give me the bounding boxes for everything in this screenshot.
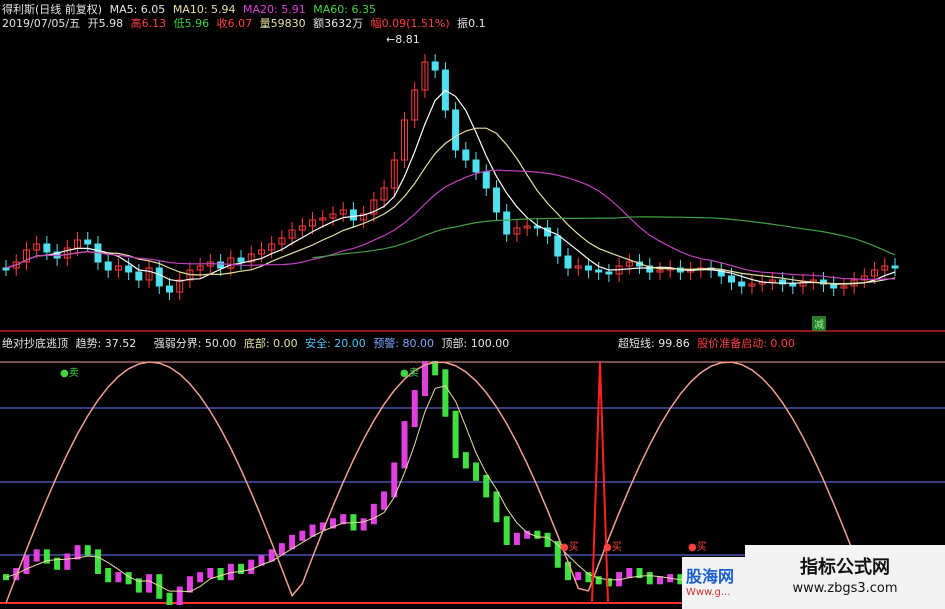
super-short-value: 超短线: 99.86 — [618, 337, 690, 350]
candle-body — [482, 171, 490, 189]
indicator-bar — [176, 586, 183, 605]
indicator-bar — [401, 421, 408, 469]
bottom-value: 底部: 0.00 — [243, 337, 298, 350]
indicator-bar — [513, 532, 520, 545]
candle-body — [462, 149, 470, 161]
low-value: 低5.96 — [173, 17, 210, 30]
candle-body — [584, 265, 592, 271]
indicator-title: 绝对抄底逃顶 — [2, 337, 68, 350]
candle-body — [554, 235, 562, 257]
candle-body — [891, 265, 899, 269]
price-ready-value: 股价准备启动: 0.00 — [697, 337, 795, 350]
indicator-bar — [94, 549, 101, 574]
watermark-url: www.zbgs3.com — [792, 581, 898, 596]
indicator-bar — [23, 555, 30, 574]
candle-body — [789, 283, 797, 287]
indicator-bar — [105, 567, 112, 583]
indicator-bar — [166, 592, 173, 605]
candle-body — [492, 187, 500, 213]
candle-body — [503, 211, 511, 235]
indicator-bar — [370, 503, 377, 525]
blank-area — [534, 28, 945, 138]
candle-body — [43, 243, 51, 253]
volume-value: 量59830 — [259, 17, 306, 30]
candle-body — [104, 261, 112, 271]
date-value: 2019/07/05/五 — [2, 17, 81, 30]
chart-canvas — [0, 0, 945, 609]
candle-body — [738, 281, 746, 287]
watermark-title: 指标公式网 — [800, 557, 890, 578]
indicator-bar — [33, 549, 40, 562]
candle-body — [728, 275, 736, 283]
indicator-bar — [565, 561, 572, 581]
indicator-bar — [64, 553, 71, 570]
indicator-bar — [248, 559, 255, 574]
candle-body — [155, 267, 163, 287]
indicator-bar — [299, 530, 306, 541]
indicator-bar — [411, 390, 418, 428]
watermark-right: 指标公式网 www.zbgs3.com — [745, 545, 945, 609]
indicator-bar — [626, 567, 633, 579]
indicator-bar — [217, 567, 224, 581]
open-value: 开5.98 — [87, 17, 124, 30]
indicator-header-right: 超短线: 99.86 股价准备启动: 0.00 — [618, 335, 799, 351]
buy-marker: ●买 — [688, 542, 707, 553]
candle-body — [452, 109, 460, 151]
indicator-bar — [646, 572, 653, 585]
close-value: 收6.07 — [216, 17, 253, 30]
candle-body — [237, 257, 245, 263]
sell-marker: ●卖 — [400, 368, 419, 379]
indicator-bar — [575, 572, 582, 581]
indicator-header: 绝对抄底逃顶 趋势: 37.52 强弱分界: 50.00 底部: 0.00 安全… — [2, 335, 513, 351]
top-value: 顶部: 100.00 — [441, 337, 510, 350]
indicator-bar — [534, 530, 541, 539]
amplitude-value: 振0.1 — [457, 17, 486, 30]
indicator-bar — [503, 516, 510, 545]
peak-arrow-icon: ← — [386, 33, 396, 46]
indicator-bar — [462, 452, 469, 469]
boundary-value: 强弱分界: 50.00 — [153, 337, 237, 350]
indicator-bar — [115, 572, 122, 583]
candle-body — [125, 265, 133, 273]
indicator-bar — [360, 518, 367, 531]
indicator-bar — [473, 462, 480, 481]
candle-body — [349, 209, 357, 221]
indicator-bar — [84, 545, 91, 556]
watermark-left: 股海网 Www.g... — [682, 557, 746, 609]
candle-body — [84, 239, 92, 245]
indicator-bar — [197, 572, 204, 583]
indicator-bar — [483, 474, 490, 498]
indicator-bar — [524, 530, 531, 539]
reduce-marker: 减 — [812, 316, 826, 331]
candle-body — [2, 267, 10, 271]
candle-body — [217, 261, 225, 269]
candle-body — [431, 61, 439, 71]
indicator-bar — [381, 491, 388, 510]
indicator-bar — [452, 410, 459, 459]
safe-value: 安全: 20.00 — [305, 337, 366, 350]
candle-body — [135, 271, 143, 281]
candle-body — [472, 159, 480, 173]
warning-value: 预警: 80.00 — [373, 337, 435, 350]
indicator-bar — [146, 574, 153, 593]
indicator-bar — [493, 491, 500, 523]
trend-value: 趋势: 37.52 — [75, 337, 137, 350]
indicator-bar — [442, 369, 449, 417]
indicator-bar — [544, 532, 551, 548]
amount-value: 额3632万 — [313, 17, 364, 30]
sell-marker: ●卖 — [60, 368, 79, 379]
buy-marker: ●买 — [603, 542, 622, 553]
candle-body — [595, 269, 603, 273]
peak-price-label: ←8.81 — [386, 33, 420, 46]
buy-marker: ●买 — [560, 542, 579, 553]
header-row-2: 2019/07/05/五 开5.98 高6.13 低5.96 收6.07 量59… — [2, 15, 490, 31]
indicator-bar — [207, 567, 214, 579]
candle-body — [165, 285, 173, 293]
candle-body — [564, 255, 572, 269]
change-value: 幅0.09(1.51%) — [370, 17, 450, 30]
indicator-bar — [125, 572, 132, 585]
indicator-bar — [238, 563, 245, 574]
high-value: 高6.13 — [130, 17, 167, 30]
candle-body — [605, 271, 613, 275]
